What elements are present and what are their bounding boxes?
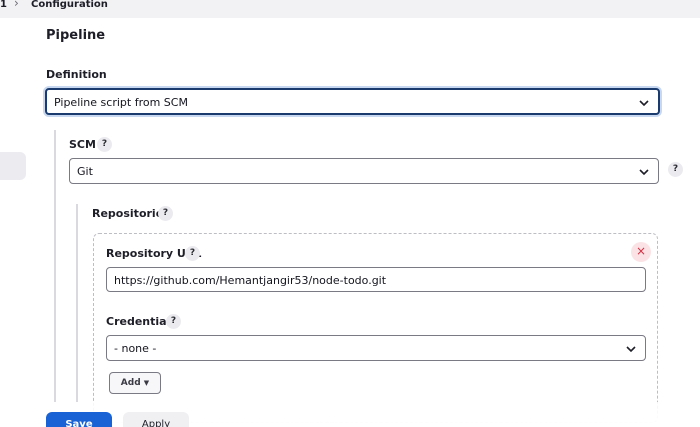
chevron-right-icon: › [14, 0, 19, 10]
repositories-help-icon[interactable]: ? [158, 206, 173, 221]
scm-select-value: Git [77, 165, 93, 178]
chevron-down-icon [639, 169, 649, 176]
caret-down-icon: ▼ [143, 379, 150, 387]
add-credentials-button[interactable]: Add ▼ [109, 372, 161, 394]
sidebar-item-active[interactable] [0, 152, 26, 180]
scm-help-icon[interactable]: ? [97, 137, 112, 152]
save-button[interactable]: Save [46, 412, 112, 427]
scm-select[interactable]: Git [69, 158, 659, 184]
scm-nesting-line [54, 130, 56, 402]
repository-entry [93, 233, 658, 423]
scm-label: SCM [69, 138, 96, 151]
definition-select-value: Pipeline script from SCM [54, 96, 188, 109]
section-title-pipeline: Pipeline [46, 28, 106, 43]
repository-url-help-icon[interactable]: ? [185, 246, 200, 261]
definition-label: Definition [46, 68, 107, 81]
repository-url-value: https://github.com/Hemantjangir53/node-t… [114, 274, 387, 287]
apply-button[interactable]: Apply [123, 412, 189, 427]
credentials-select-value: - none - [114, 342, 157, 355]
sidebar [0, 18, 26, 427]
chevron-down-icon [639, 100, 649, 107]
credentials-select[interactable]: - none - [106, 335, 646, 361]
breadcrumb-current[interactable]: Configuration [31, 0, 108, 10]
add-button-label: Add [120, 378, 141, 388]
breadcrumb: 1 › Configuration [0, 0, 700, 18]
chevron-down-icon [626, 346, 636, 353]
credentials-help-icon[interactable]: ? [166, 314, 181, 329]
scm-select-help-icon[interactable]: ? [668, 162, 683, 177]
remove-repository-button[interactable]: × [631, 242, 651, 262]
definition-select[interactable]: Pipeline script from SCM [45, 88, 660, 115]
repository-url-input[interactable]: https://github.com/Hemantjangir53/node-t… [106, 267, 646, 292]
breadcrumb-item-number[interactable]: 1 [0, 0, 7, 10]
repositories-nesting-line [76, 204, 78, 402]
